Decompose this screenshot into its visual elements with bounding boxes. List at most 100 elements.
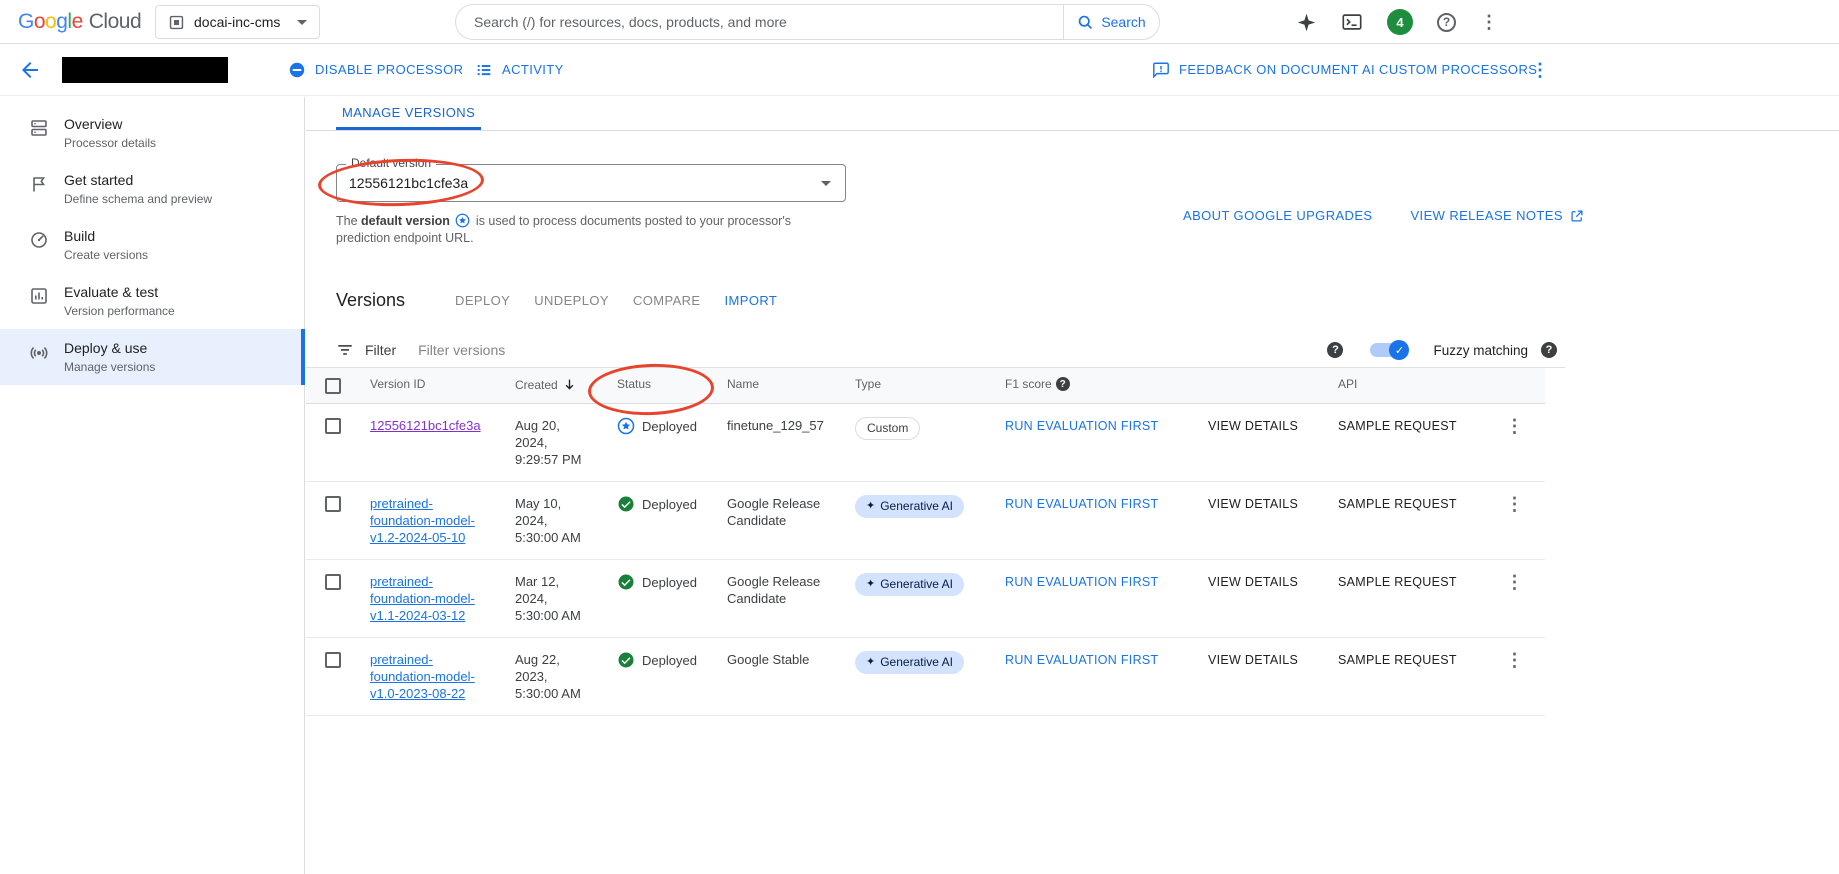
redacted-processor-name	[62, 57, 228, 83]
toolbar-more-options-icon[interactable]: ⋮	[1531, 61, 1549, 79]
notifications-badge[interactable]: 4	[1387, 9, 1413, 35]
back-arrow-icon[interactable]	[18, 58, 42, 82]
sidebar-item-subtitle: Manage versions	[64, 360, 155, 374]
default-version-label: Default version	[346, 156, 436, 170]
col-api: API	[1338, 368, 1500, 400]
gemini-sparkle-icon[interactable]	[1296, 12, 1317, 33]
filter-help-icon[interactable]	[1327, 342, 1343, 358]
project-selector[interactable]: docai-inc-cms	[155, 5, 320, 39]
row-menu-icon[interactable]: ⋮	[1506, 573, 1524, 591]
toggle-knob	[1389, 340, 1409, 360]
name-cell: finetune_129_57	[727, 404, 855, 447]
col-name: Name	[727, 368, 855, 400]
row-menu-icon[interactable]: ⋮	[1506, 495, 1524, 513]
sparkle-icon: ✦	[866, 498, 875, 515]
col-status: Status	[617, 368, 727, 400]
chevron-down-icon	[297, 20, 307, 25]
name-cell: Google Stable	[727, 638, 855, 681]
about-google-upgrades-link[interactable]: ABOUT GOOGLE UPGRADES	[1183, 208, 1372, 223]
overview-icon	[29, 118, 49, 150]
version-id-link[interactable]: pretrained-foundation-model-v1.1-2024-03…	[370, 573, 499, 624]
col-created[interactable]: Created	[515, 368, 617, 401]
type-chip-generative-ai: ✦Generative AI	[855, 495, 964, 518]
sample-request-button[interactable]: SAMPLE REQUEST	[1338, 653, 1457, 667]
view-details-button[interactable]: VIEW DETAILS	[1208, 419, 1298, 433]
sidebar-item-build[interactable]: Build Create versions	[0, 217, 304, 273]
filter-label: Filter	[365, 342, 396, 358]
tab-manage-versions[interactable]: MANAGE VERSIONS	[336, 97, 481, 130]
view-release-notes-link[interactable]: VIEW RELEASE NOTES	[1410, 208, 1583, 223]
status-text: Deployed	[642, 574, 697, 591]
search-input[interactable]	[455, 4, 1063, 40]
filter-versions-input[interactable]	[418, 342, 718, 358]
name-cell: Google Release Candidate	[727, 560, 855, 620]
row-menu-icon[interactable]: ⋮	[1506, 417, 1524, 435]
sample-request-button[interactable]: SAMPLE REQUEST	[1338, 575, 1457, 589]
google-cloud-logo[interactable]: Google Cloud	[18, 10, 141, 34]
run-evaluation-first-link[interactable]: RUN EVALUATION FIRST	[1005, 497, 1158, 511]
view-details-button[interactable]: VIEW DETAILS	[1208, 497, 1298, 511]
filter-icon	[336, 341, 354, 359]
version-id-link[interactable]: pretrained-foundation-model-v1.0-2023-08…	[370, 651, 499, 702]
search-icon	[1077, 14, 1094, 31]
sidebar-item-evaluate-test[interactable]: Evaluate & test Version performance	[0, 273, 304, 329]
version-id-link[interactable]: pretrained-foundation-model-v1.2-2024-05…	[370, 495, 499, 546]
sidebar-item-title: Get started	[64, 172, 212, 188]
left-nav: Overview Processor details Get started D…	[0, 97, 305, 874]
build-icon	[29, 230, 49, 262]
row-checkbox[interactable]	[325, 574, 341, 590]
table-row: pretrained-foundation-model-v1.1-2024-03…	[306, 560, 1545, 638]
select-all-checkbox[interactable]	[325, 378, 341, 394]
sample-request-button[interactable]: SAMPLE REQUEST	[1338, 419, 1457, 433]
compare-button[interactable]: COMPARE	[621, 285, 713, 316]
more-options-icon[interactable]: ⋮	[1480, 13, 1498, 31]
version-id-link[interactable]: 12556121bc1cfe3a	[370, 417, 499, 434]
status-text: Deployed	[642, 652, 697, 669]
run-evaluation-first-link[interactable]: RUN EVALUATION FIRST	[1005, 575, 1158, 589]
sidebar-item-title: Build	[64, 228, 148, 244]
cloud-shell-icon[interactable]	[1341, 11, 1363, 33]
run-evaluation-first-link[interactable]: RUN EVALUATION FIRST	[1005, 653, 1158, 667]
search-button[interactable]: Search	[1063, 4, 1160, 40]
filter-right-controls: Fuzzy matching	[1327, 332, 1557, 368]
row-checkbox[interactable]	[325, 496, 341, 512]
undeploy-button[interactable]: UNDEPLOY	[522, 285, 621, 316]
row-checkbox[interactable]	[325, 418, 341, 434]
view-details-button[interactable]: VIEW DETAILS	[1208, 653, 1298, 667]
default-version-select[interactable]: Default version 12556121bc1cfe3a	[336, 164, 846, 202]
deploy-button[interactable]: DEPLOY	[443, 285, 522, 316]
view-details-button[interactable]: VIEW DETAILS	[1208, 575, 1298, 589]
upgrade-links: ABOUT GOOGLE UPGRADES VIEW RELEASE NOTES	[1183, 208, 1584, 223]
sidebar-item-title: Overview	[64, 116, 156, 132]
disable-processor-button[interactable]: DISABLE PROCESSOR	[288, 61, 463, 79]
col-f1-score: F1 score	[1005, 368, 1208, 400]
sample-request-button[interactable]: SAMPLE REQUEST	[1338, 497, 1457, 511]
tab-strip: MANAGE VERSIONS	[306, 97, 1839, 131]
default-version-value: 12556121bc1cfe3a	[337, 165, 845, 201]
fuzzy-help-icon[interactable]	[1541, 342, 1557, 358]
feedback-link[interactable]: FEEDBACK ON DOCUMENT AI CUSTOM PROCESSOR…	[1152, 61, 1537, 79]
processor-action-bar: DISABLE PROCESSOR ACTIVITY FEEDBACK ON D…	[0, 44, 1839, 96]
global-search: Search	[455, 4, 1160, 40]
activity-button[interactable]: ACTIVITY	[475, 61, 564, 79]
sidebar-item-title: Evaluate & test	[64, 284, 175, 300]
type-chip-generative-ai: ✦Generative AI	[855, 651, 964, 674]
col-version-id: Version ID	[370, 368, 515, 400]
sidebar-item-subtitle: Processor details	[64, 136, 156, 150]
sidebar-item-get-started[interactable]: Get started Define schema and preview	[0, 161, 304, 217]
block-icon	[288, 61, 306, 79]
fuzzy-matching-toggle[interactable]	[1370, 343, 1406, 357]
project-icon	[168, 14, 185, 31]
help-icon[interactable]	[1437, 13, 1456, 32]
row-menu-icon[interactable]: ⋮	[1506, 651, 1524, 669]
deployed-check-icon	[617, 495, 635, 513]
row-checkbox[interactable]	[325, 652, 341, 668]
sidebar-item-deploy-use[interactable]: Deploy & use Manage versions	[0, 329, 304, 385]
import-button[interactable]: IMPORT	[713, 285, 790, 316]
feedback-icon	[1152, 61, 1170, 79]
sidebar-item-subtitle: Create versions	[64, 248, 148, 262]
created-cell: Mar 12, 2024, 5:30:00 AM	[515, 560, 617, 637]
run-evaluation-first-link[interactable]: RUN EVALUATION FIRST	[1005, 419, 1158, 433]
sidebar-item-overview[interactable]: Overview Processor details	[0, 105, 304, 161]
f1-help-icon[interactable]	[1056, 377, 1070, 391]
